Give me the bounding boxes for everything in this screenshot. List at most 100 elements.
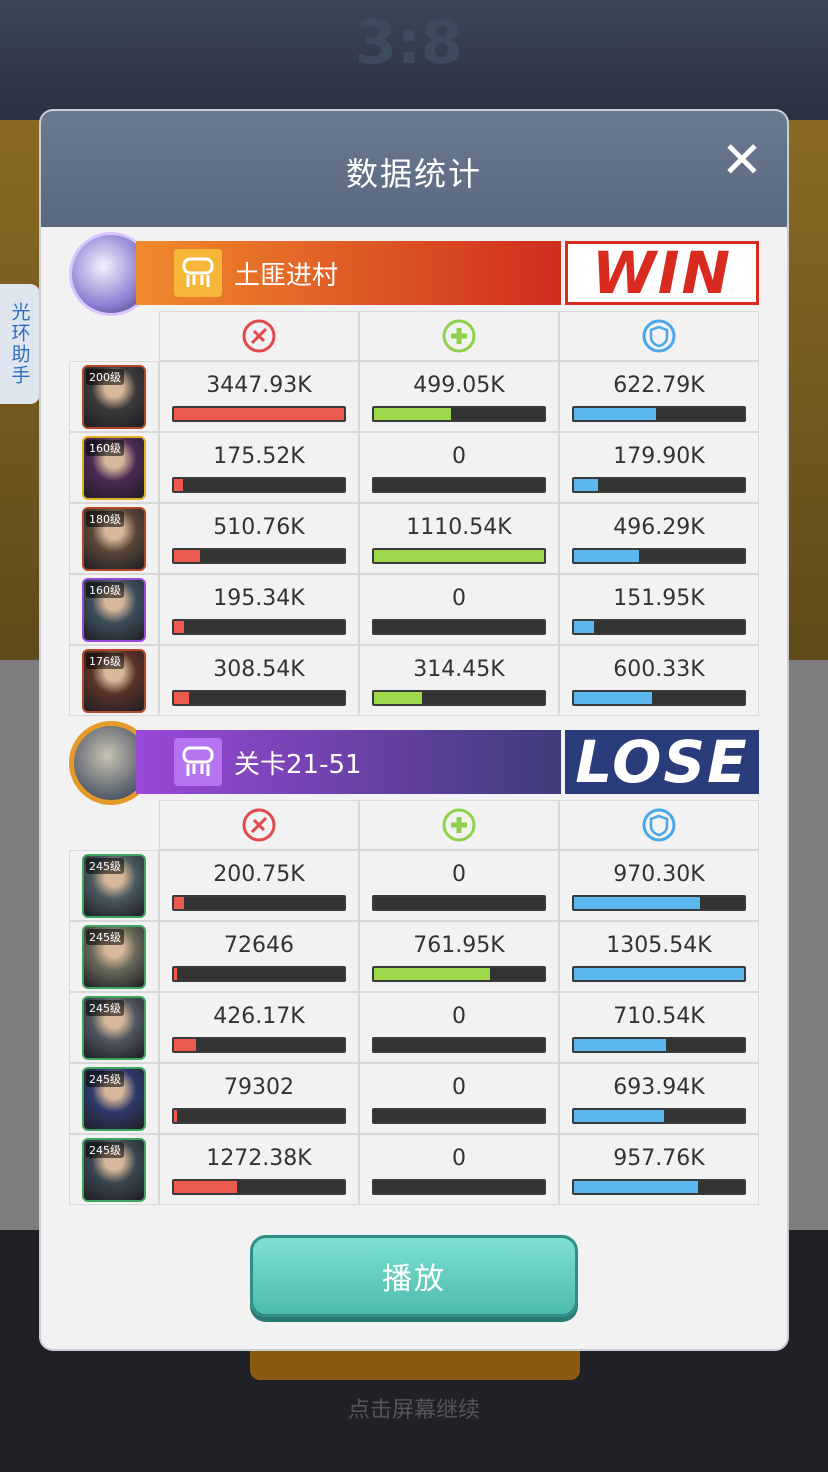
hero-stat-row: 160级 175.52K 0 179.90K xyxy=(69,432,759,503)
defense-value: 970.30K xyxy=(613,862,705,887)
damage-bar-fill xyxy=(174,968,178,980)
heal-value: 0 xyxy=(452,586,466,611)
damage-value: 175.52K xyxy=(213,444,305,469)
damage-bar-fill xyxy=(174,1110,178,1122)
defense-bar-fill xyxy=(574,479,598,491)
hero-portrait[interactable]: 245级 xyxy=(82,995,146,1060)
defense-bar xyxy=(572,1108,746,1124)
stat-header-row xyxy=(159,311,759,361)
heal-value: 314.45K xyxy=(413,657,505,682)
heal-value: 0 xyxy=(452,862,466,887)
defense-bar-fill xyxy=(574,408,656,420)
heal-value: 0 xyxy=(452,1075,466,1100)
hero-portrait[interactable]: 160级 xyxy=(82,577,146,642)
hero-portrait-cell: 245级 xyxy=(69,850,159,921)
hero-portrait-cell: 160级 xyxy=(69,574,159,645)
defense-cell: 600.33K xyxy=(559,645,759,716)
hero-stat-row: 200级 3447.93K 499.05K 622.79K xyxy=(69,361,759,432)
modal-title: 数据统计 xyxy=(345,155,482,193)
damage-value: 308.54K xyxy=(213,657,305,682)
hero-portrait[interactable]: 245级 xyxy=(82,1066,146,1131)
hero-portrait[interactable]: 176级 xyxy=(82,648,146,713)
heal-bar xyxy=(372,966,546,982)
defense-bar-fill xyxy=(574,1039,666,1051)
hero-portrait-cell: 200级 xyxy=(69,361,159,432)
team-banner: 关卡21-51 xyxy=(136,730,561,794)
battle-score: 3:8 xyxy=(355,8,463,78)
damage-icon xyxy=(242,319,276,353)
defense-icon xyxy=(642,319,676,353)
damage-bar xyxy=(172,690,346,706)
stats-modal: 数据统计 ✕ 土匪进村 WIN 200级 3447.93K 499.05K 622.7… xyxy=(41,111,787,1349)
hero-portrait-cell: 160级 xyxy=(69,432,159,503)
result-badge: LOSE xyxy=(565,728,759,796)
heal-bar xyxy=(372,548,546,564)
damage-cell: 195.34K xyxy=(159,574,359,645)
team-emblem-icon xyxy=(174,738,222,786)
heal-bar-fill xyxy=(374,692,422,704)
damage-bar xyxy=(172,1037,346,1053)
damage-icon xyxy=(242,808,276,842)
defense-cell: 622.79K xyxy=(559,361,759,432)
damage-value: 426.17K xyxy=(213,1004,305,1029)
heal-bar xyxy=(372,1179,546,1195)
heal-bar xyxy=(372,690,546,706)
hero-stat-row: 245级 79302 0 693.94K xyxy=(69,1063,759,1134)
heal-bar xyxy=(372,895,546,911)
team-banner: 土匪进村 xyxy=(136,241,561,305)
defense-bar xyxy=(572,1037,746,1053)
result-badge: WIN xyxy=(565,239,759,307)
heal-value: 0 xyxy=(452,1004,466,1029)
damage-cell: 3447.93K xyxy=(159,361,359,432)
hero-stat-row: 160级 195.34K 0 151.95K xyxy=(69,574,759,645)
hero-portrait[interactable]: 245级 xyxy=(82,1137,146,1202)
defense-value: 1305.54K xyxy=(606,933,712,958)
damage-bar-fill xyxy=(174,1039,197,1051)
defense-value: 600.33K xyxy=(613,657,705,682)
defense-bar xyxy=(572,477,746,493)
heal-cell: 0 xyxy=(359,850,559,921)
damage-bar xyxy=(172,548,346,564)
damage-cell: 308.54K xyxy=(159,645,359,716)
damage-bar-fill xyxy=(174,621,185,633)
close-button[interactable]: ✕ xyxy=(717,135,767,185)
defense-bar-fill xyxy=(574,1181,699,1193)
assistant-side-tab[interactable]: 光环助手 xyxy=(0,284,40,404)
hero-portrait[interactable]: 200级 xyxy=(82,364,146,429)
hero-level: 160级 xyxy=(86,439,124,456)
defense-bar-fill xyxy=(574,550,639,562)
heal-bar xyxy=(372,1108,546,1124)
heal-bar xyxy=(372,619,546,635)
heal-cell: 314.45K xyxy=(359,645,559,716)
defense-bar-fill xyxy=(574,1110,665,1122)
heal-cell: 761.95K xyxy=(359,921,559,992)
hero-level: 245级 xyxy=(86,999,124,1016)
heal-cell: 0 xyxy=(359,992,559,1063)
hero-stat-row: 245级 1272.38K 0 957.76K xyxy=(69,1134,759,1205)
defense-cell: 710.54K xyxy=(559,992,759,1063)
hero-portrait-cell: 245级 xyxy=(69,1134,159,1205)
team-emblem-icon xyxy=(174,249,222,297)
hero-portrait[interactable]: 180级 xyxy=(82,506,146,571)
heal-value: 761.95K xyxy=(413,933,505,958)
hero-stat-row: 245级 200.75K 0 970.30K xyxy=(69,850,759,921)
hero-portrait[interactable]: 160级 xyxy=(82,435,146,500)
damage-bar-fill xyxy=(174,550,200,562)
heal-bar-fill xyxy=(374,550,544,562)
defense-bar xyxy=(572,406,746,422)
play-button[interactable]: 播放 xyxy=(250,1235,578,1317)
hero-level: 200级 xyxy=(86,368,124,385)
hero-stat-row: 245级 426.17K 0 710.54K xyxy=(69,992,759,1063)
hero-level: 245级 xyxy=(86,1070,124,1087)
hero-portrait[interactable]: 245级 xyxy=(82,924,146,989)
heal-bar-fill xyxy=(374,968,490,980)
damage-cell: 200.75K xyxy=(159,850,359,921)
damage-bar xyxy=(172,1179,346,1195)
defense-cell: 1305.54K xyxy=(559,921,759,992)
hero-portrait-cell: 180级 xyxy=(69,503,159,574)
damage-cell: 79302 xyxy=(159,1063,359,1134)
hero-level: 160级 xyxy=(86,581,124,598)
hero-portrait[interactable]: 245级 xyxy=(82,853,146,918)
defense-bar-fill xyxy=(574,897,700,909)
heal-icon xyxy=(442,319,476,353)
